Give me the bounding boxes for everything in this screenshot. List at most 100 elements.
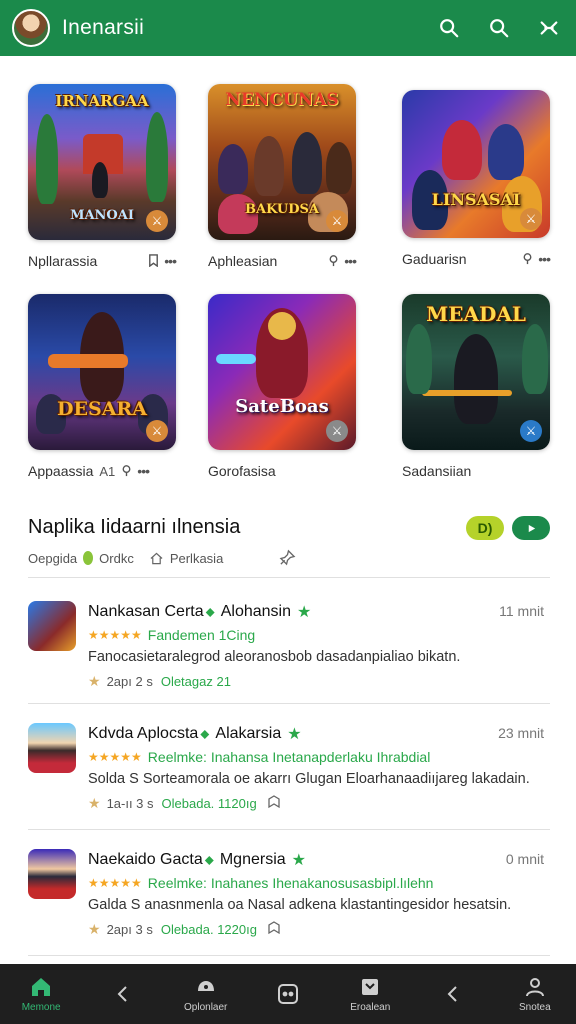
sword-icon: ⚔ bbox=[520, 208, 542, 230]
review-time: 23 mnit bbox=[498, 725, 544, 741]
home-icon bbox=[32, 978, 51, 996]
filter-chip[interactable]: D) bbox=[466, 516, 504, 540]
search-icon[interactable] bbox=[484, 13, 514, 43]
leaf-icon: ⬥ bbox=[205, 604, 215, 619]
review-time: 11 mnit bbox=[499, 603, 544, 619]
bottom-navigation: Memone Oplonlaer Eroalean Snotea bbox=[0, 964, 576, 1024]
location-icon[interactable] bbox=[119, 464, 133, 478]
game-count: A1 bbox=[99, 463, 116, 479]
leaf-icon: ⬥ bbox=[204, 852, 214, 867]
close-icon[interactable] bbox=[534, 13, 564, 43]
review-count: 2apı 2 s bbox=[106, 674, 153, 689]
game-art[interactable]: LINSASAI ⚔ bbox=[402, 90, 550, 238]
review-date: Oletagaz 21 bbox=[160, 674, 231, 689]
app-title: Inenarsii bbox=[62, 16, 145, 39]
divider bbox=[28, 955, 550, 956]
rating-stars: ★★★★★ bbox=[88, 876, 142, 890]
game-name: Gaduarisn bbox=[402, 251, 467, 267]
game-thumb bbox=[28, 849, 76, 899]
more-icon[interactable]: ••• bbox=[344, 253, 357, 269]
more-icon[interactable]: ••• bbox=[137, 463, 150, 479]
sword-icon: ⚔ bbox=[326, 420, 348, 442]
nav-label: Snotea bbox=[518, 1002, 551, 1013]
game-art[interactable]: DESARA ⚔ bbox=[28, 294, 176, 450]
game-name: Sadansiian bbox=[402, 463, 472, 479]
sword-icon: ⚔ bbox=[520, 420, 542, 442]
tag-icon bbox=[362, 979, 379, 995]
reviewer-tag: Alakarsia bbox=[215, 725, 282, 742]
star-icon[interactable]: ★ bbox=[88, 795, 101, 812]
game-art[interactable]: SateBoas ⚔ bbox=[208, 294, 356, 450]
play-button[interactable] bbox=[512, 516, 550, 540]
verified-star-icon: ★ bbox=[297, 604, 312, 621]
leaf-icon: ⬥ bbox=[200, 726, 210, 741]
search-icon[interactable] bbox=[434, 13, 464, 43]
pin-icon[interactable] bbox=[279, 549, 297, 567]
rating-stars: ★★★★★ bbox=[88, 628, 142, 642]
star-icon[interactable]: ★ bbox=[88, 921, 101, 938]
sword-icon: ⚔ bbox=[326, 210, 348, 232]
game-thumb bbox=[28, 723, 76, 773]
game-art-title: MEADAL bbox=[426, 302, 526, 326]
game-tile[interactable]: LINSASAI ⚔ Gaduarisn ••• bbox=[402, 90, 551, 268]
shield-icon[interactable] bbox=[267, 795, 281, 812]
game-tile[interactable]: MEADAL ⚔ Sadansiian bbox=[402, 294, 550, 480]
game-art-title: DESARA bbox=[57, 398, 147, 420]
verified-star-icon: ★ bbox=[291, 852, 306, 869]
review-text: Solda S Sorteamorala oe akarrı Glugan El… bbox=[88, 771, 530, 787]
game-tile[interactable]: NENCUNAS BAKUDSA ⚔ Aphleasian ••• bbox=[208, 84, 357, 270]
game-tile[interactable]: DESARA ⚔ Appaassia A1 ••• bbox=[28, 294, 176, 480]
gamepad-icon bbox=[277, 984, 298, 1004]
reviewer-name: Nankasan Certa bbox=[88, 603, 204, 620]
reviewer-name: Naekaido Gacta bbox=[88, 851, 203, 868]
review-text: Fanocasietaralegrod aleoranosbob dasadan… bbox=[88, 649, 461, 665]
divider bbox=[28, 577, 550, 578]
nav-home[interactable]: Memone bbox=[0, 964, 82, 1024]
star-icon[interactable]: ★ bbox=[88, 673, 101, 690]
review-note: Reelmke: Inahansa Inetanapderlaku Ihrabd… bbox=[147, 749, 431, 765]
divider bbox=[28, 829, 550, 830]
home-outline-icon[interactable] bbox=[150, 551, 164, 565]
more-icon[interactable]: ••• bbox=[164, 253, 177, 269]
more-icon[interactable]: ••• bbox=[538, 251, 551, 267]
game-name: Aphleasian bbox=[208, 253, 278, 269]
game-art[interactable]: NENCUNAS BAKUDSA ⚔ bbox=[208, 84, 356, 240]
sword-icon: ⚔ bbox=[146, 210, 168, 232]
game-name: Appaassia bbox=[28, 463, 94, 479]
nav-library[interactable]: Eroalean bbox=[329, 964, 411, 1024]
game-art[interactable]: MEADAL ⚔ bbox=[402, 294, 550, 450]
nav-label: Oplonlaer bbox=[184, 1002, 228, 1013]
game-name: Npllarassia bbox=[28, 253, 98, 269]
game-art-title: IRNARGAA bbox=[55, 92, 149, 110]
game-art-title: NENCUNAS bbox=[225, 90, 339, 110]
game-art-title: SateBoas bbox=[235, 396, 329, 417]
shield-icon[interactable] bbox=[267, 921, 281, 938]
divider bbox=[28, 703, 550, 704]
bookmark-icon[interactable] bbox=[146, 254, 160, 268]
rating-stars: ★★★★★ bbox=[88, 750, 142, 764]
section-sub-left: Oepgida bbox=[28, 550, 78, 566]
review-count: 1a-ıı 3 s bbox=[106, 796, 154, 811]
game-art[interactable]: IRNARGAA MANOAI ⚔ bbox=[28, 84, 176, 240]
verified-star-icon: ★ bbox=[287, 726, 302, 743]
location-icon[interactable] bbox=[520, 252, 534, 266]
location-icon[interactable] bbox=[326, 254, 340, 268]
nav-label: Memone bbox=[21, 1002, 61, 1013]
nav-games[interactable] bbox=[247, 964, 329, 1024]
back-icon bbox=[447, 986, 457, 1002]
nav-explore[interactable]: Oplonlaer bbox=[165, 964, 247, 1024]
section-sub-right: Perlkasia bbox=[169, 550, 224, 566]
nav-profile[interactable]: Snotea bbox=[494, 964, 576, 1024]
back-icon bbox=[118, 986, 128, 1002]
profile-avatar[interactable] bbox=[12, 9, 50, 47]
game-tile[interactable]: IRNARGAA MANOAI ⚔ Npllarassia ••• bbox=[28, 84, 177, 270]
reviewer-tag: Mgnersia bbox=[219, 851, 286, 868]
game-tile[interactable]: SateBoas ⚔ Gorofasisa bbox=[208, 294, 356, 480]
sword-icon: ⚔ bbox=[146, 420, 168, 442]
nav-back[interactable] bbox=[411, 964, 493, 1024]
reviewer-name: Kdvda Aplocsta bbox=[88, 725, 199, 742]
section-sub-mid: Ordkc bbox=[99, 550, 134, 566]
controller-icon bbox=[197, 981, 214, 991]
game-thumb bbox=[28, 601, 76, 651]
nav-back[interactable] bbox=[82, 964, 164, 1024]
